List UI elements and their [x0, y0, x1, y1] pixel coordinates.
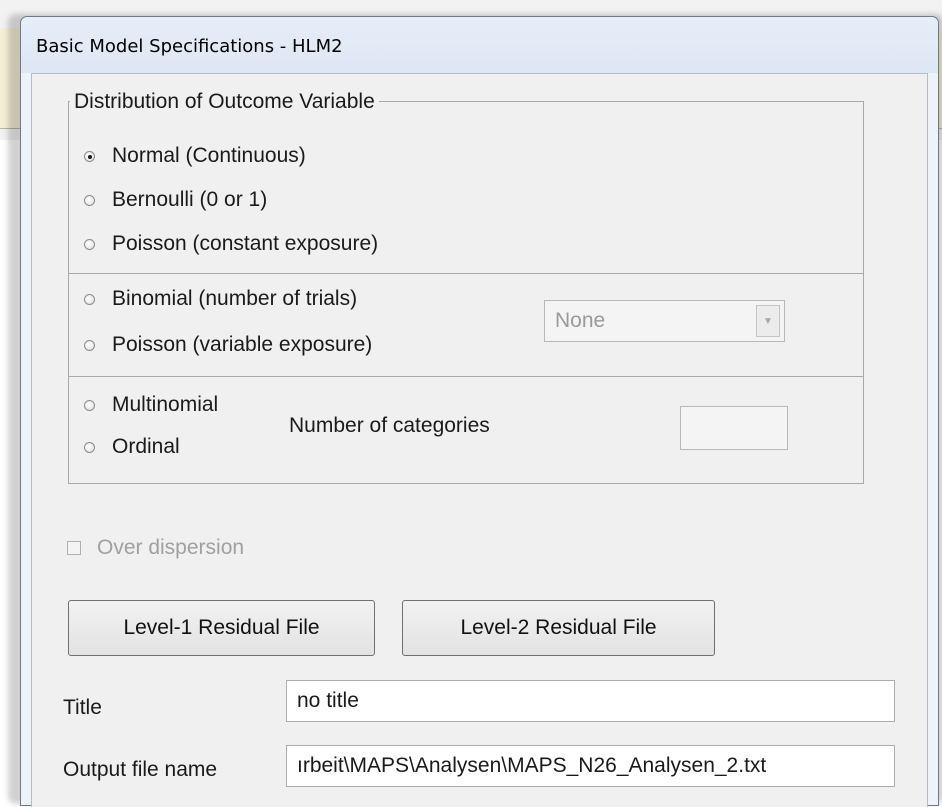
radio-poisson-constant[interactable]: Poisson (constant exposure): [84, 232, 378, 256]
over-dispersion-label: Over dispersion: [97, 536, 245, 559]
number-of-categories-label: Number of categories: [289, 414, 490, 437]
radio-normal-label: Normal (Continuous): [112, 144, 306, 167]
radio-button[interactable]: [84, 293, 95, 305]
level2-residual-file-button[interactable]: Level-2 Residual File: [402, 600, 715, 656]
radio-poisson-variable[interactable]: Poisson (variable exposure): [84, 333, 372, 357]
output-file-name-input[interactable]: ırbeit\MAPS\Analysen\MAPS_N26_Analysen_2…: [286, 745, 895, 787]
radio-poisson-variable-label: Poisson (variable exposure): [112, 333, 373, 356]
radio-binomial[interactable]: Binomial (number of trials): [84, 287, 357, 311]
radio-button[interactable]: [84, 399, 95, 411]
radio-button[interactable]: [84, 441, 95, 453]
radio-normal[interactable]: Normal (Continuous): [84, 144, 306, 168]
chevron-down-icon[interactable]: ▼: [756, 305, 780, 337]
title-bar[interactable]: Basic Model Specifications - HLM2: [21, 17, 938, 73]
distribution-group-label: Distribution of Outcome Variable: [70, 90, 379, 114]
over-dispersion-checkbox[interactable]: Over dispersion: [67, 536, 244, 560]
level1-residual-file-button[interactable]: Level-1 Residual File: [68, 600, 375, 656]
radio-bernoulli[interactable]: Bernoulli (0 or 1): [84, 188, 267, 212]
basic-model-specifications-dialog: Basic Model Specifications - HLM2 Distri…: [20, 16, 939, 807]
radio-button[interactable]: [84, 238, 95, 250]
trials-select-value: None: [555, 309, 606, 332]
radio-bernoulli-label: Bernoulli (0 or 1): [112, 188, 268, 211]
radio-button[interactable]: [84, 339, 95, 351]
checkbox-box[interactable]: [67, 541, 81, 555]
title-label: Title: [63, 696, 102, 719]
radio-multinomial-label: Multinomial: [112, 393, 219, 416]
radio-binomial-label: Binomial (number of trials): [112, 287, 358, 310]
dialog-client-area: Distribution of Outcome Variable Normal …: [31, 73, 928, 807]
trials-select[interactable]: None ▼: [544, 300, 785, 342]
group-divider: [68, 273, 864, 274]
radio-ordinal[interactable]: Ordinal: [84, 435, 180, 459]
group-divider: [68, 376, 864, 377]
output-file-name-label: Output file name: [63, 758, 218, 781]
title-input[interactable]: no title: [286, 680, 895, 722]
radio-button[interactable]: [84, 150, 95, 162]
radio-multinomial[interactable]: Multinomial: [84, 393, 218, 417]
radio-button[interactable]: [84, 194, 95, 206]
radio-poisson-constant-label: Poisson (constant exposure): [112, 232, 379, 255]
radio-ordinal-label: Ordinal: [112, 435, 180, 458]
number-of-categories-input[interactable]: [680, 406, 788, 450]
dialog-title: Basic Model Specifications - HLM2: [36, 36, 343, 57]
